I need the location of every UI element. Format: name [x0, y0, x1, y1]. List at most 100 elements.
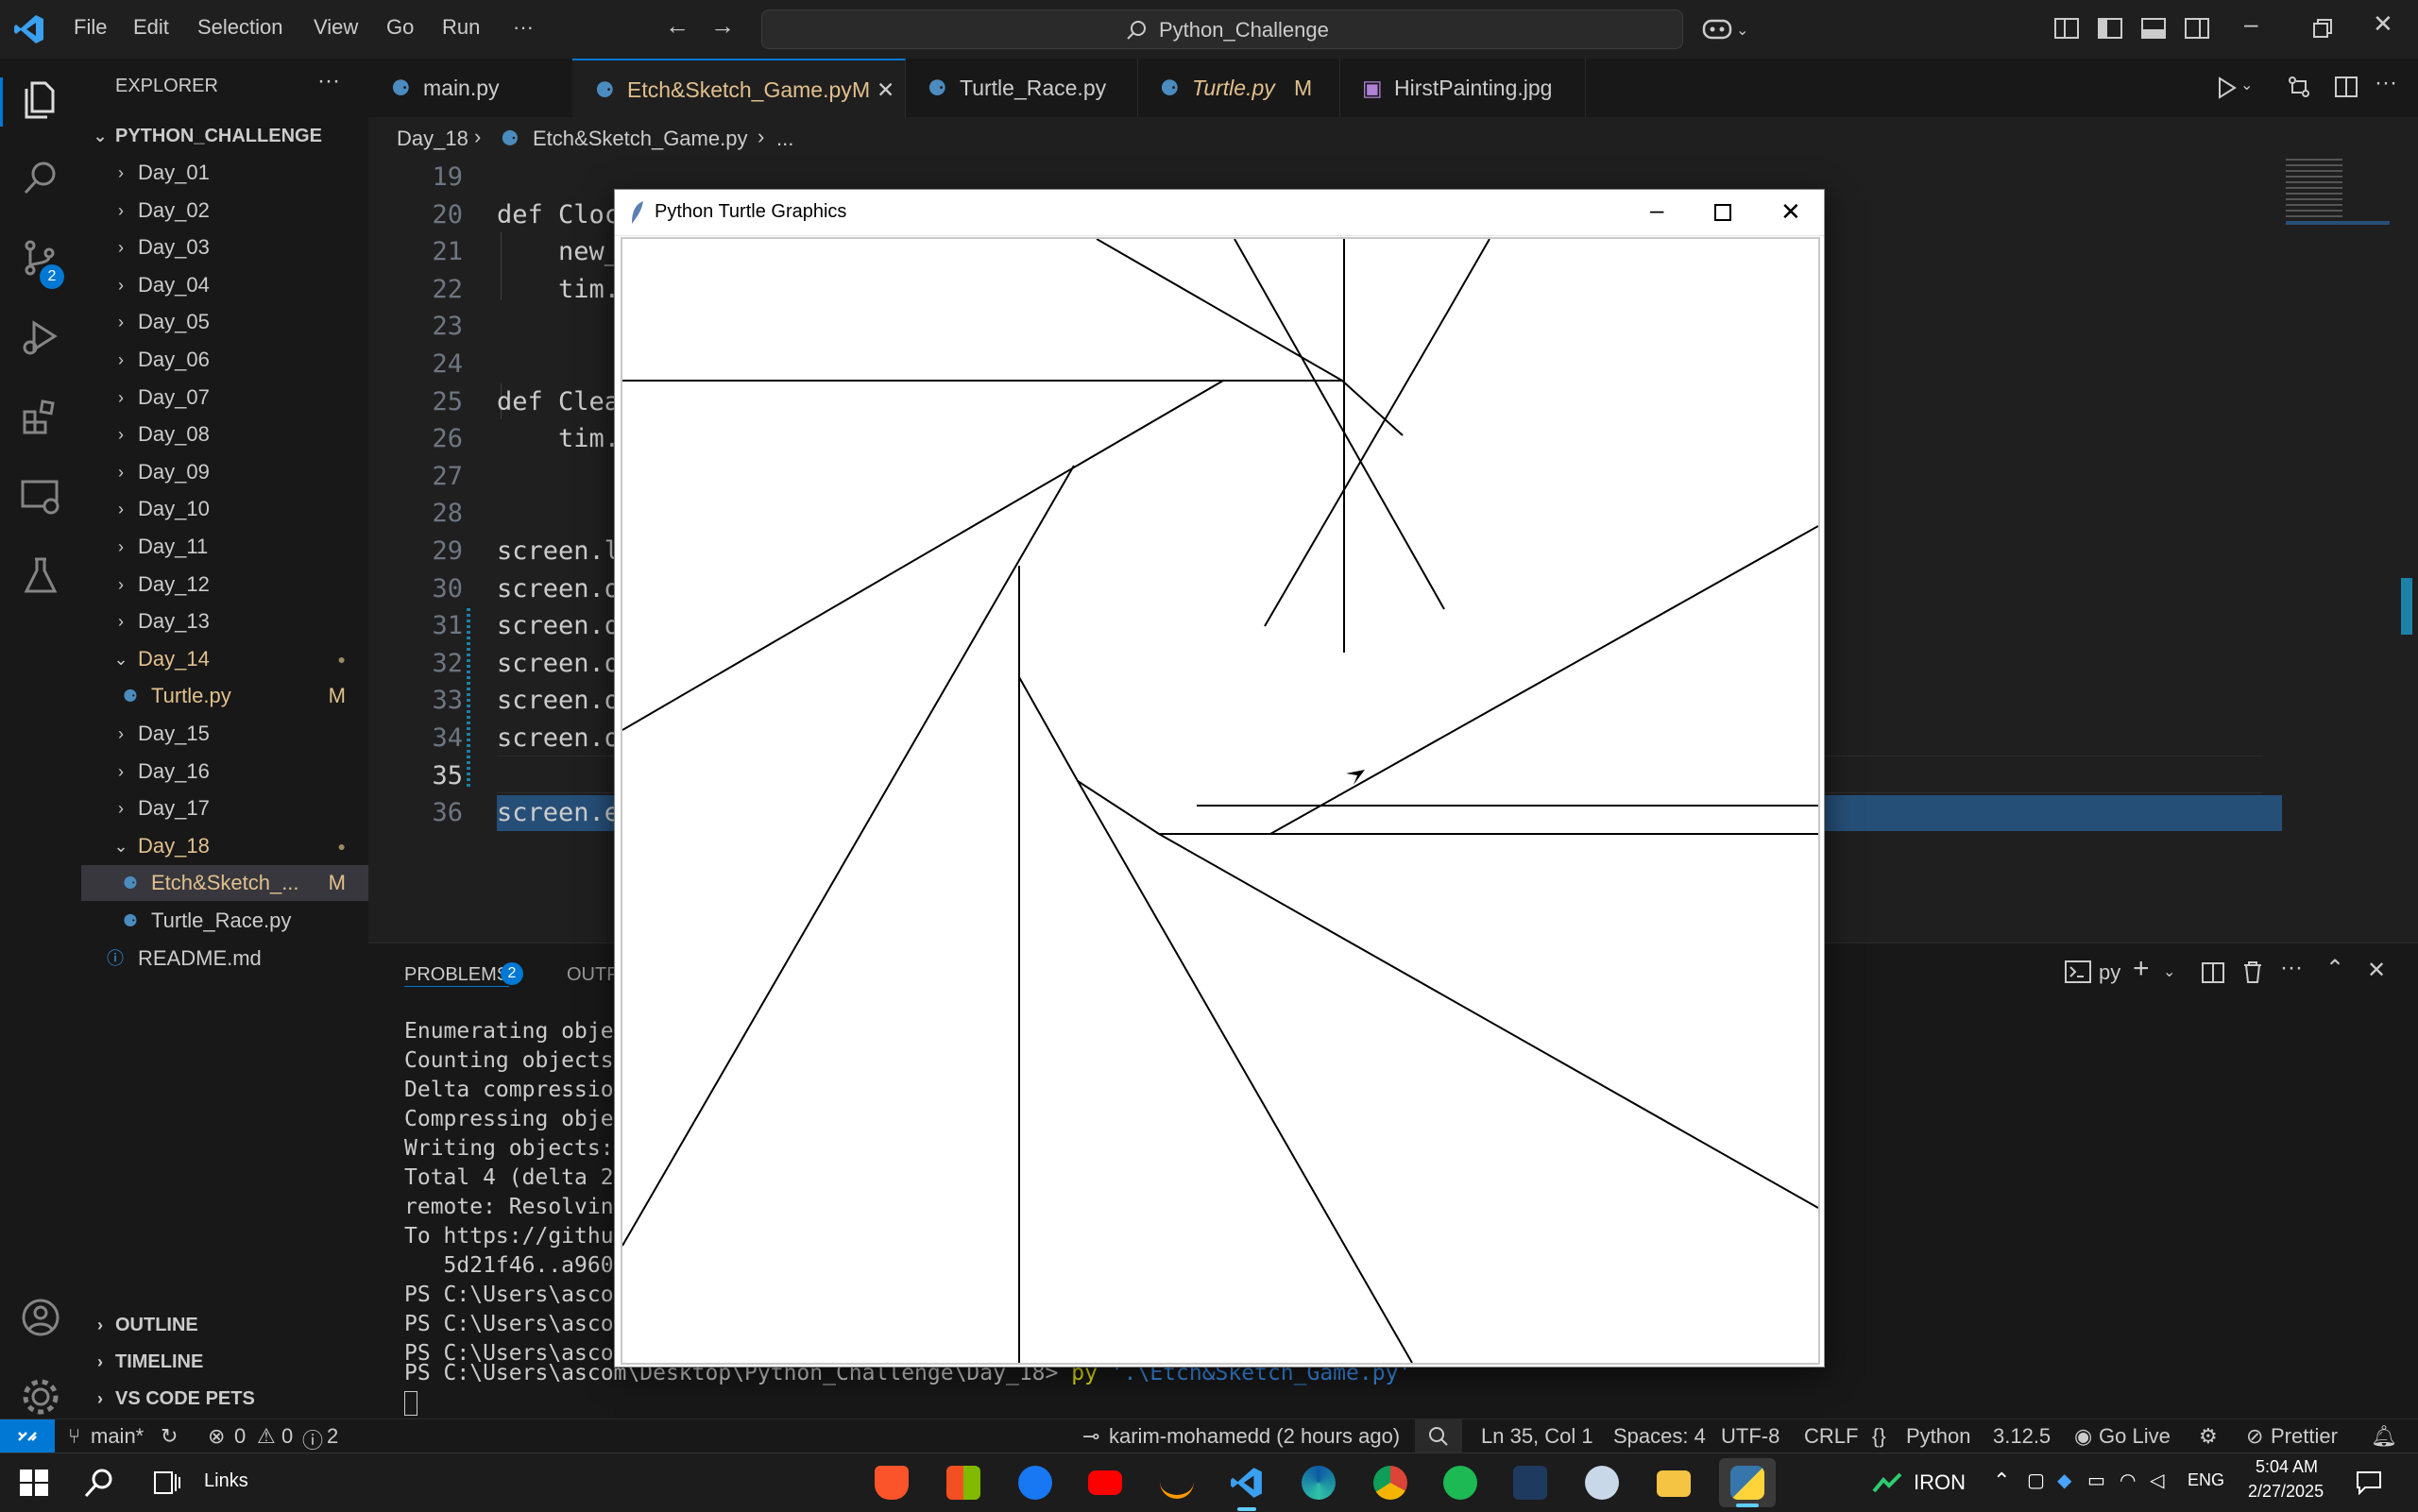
minimap[interactable]: [2286, 159, 2399, 234]
tree-folder[interactable]: › Day_01: [81, 155, 368, 191]
remote-explorer-icon[interactable]: [19, 474, 62, 518]
kill-terminal-trash-icon[interactable]: [2240, 959, 2265, 985]
facebook-icon[interactable]: [1018, 1466, 1052, 1500]
notification-center-icon[interactable]: [2356, 1470, 2382, 1495]
search-icon[interactable]: [19, 157, 62, 200]
copilot-dropdown-chevron-icon[interactable]: ⌄: [1736, 21, 1748, 40]
chrome-icon[interactable]: [1373, 1466, 1407, 1500]
python-version[interactable]: 3.12.5: [1993, 1424, 2051, 1449]
toggle-primary-sidebar-icon[interactable]: [2093, 11, 2127, 45]
menu-run[interactable]: Run: [442, 15, 480, 40]
tab-etch-sketch-game[interactable]: ⚈ Etch&Sketch_Game.py M ✕: [572, 59, 906, 119]
turtle-minimize-icon[interactable]: –: [1650, 195, 1663, 225]
breadcrumb-symbol[interactable]: ...: [776, 127, 793, 151]
encoding[interactable]: UTF-8: [1721, 1424, 1779, 1449]
turtle-canvas[interactable]: [621, 237, 1820, 1365]
tree-folder[interactable]: › Day_12: [81, 567, 368, 603]
tree-folder[interactable]: › Day_08: [81, 416, 368, 452]
tree-file[interactable]: ⓘ README.md: [81, 941, 368, 977]
back-arrow-icon[interactable]: ←: [665, 11, 690, 41]
tab-turtle-race[interactable]: ⚈ Turtle_Race.py: [905, 59, 1138, 117]
windows-start-icon[interactable]: [19, 1468, 49, 1498]
tray-app-icon[interactable]: ▭: [2087, 1469, 2105, 1492]
explorer-more-icon[interactable]: ···: [317, 68, 340, 94]
edge-icon[interactable]: [1302, 1466, 1336, 1500]
zoom-indicator[interactable]: [1415, 1419, 1462, 1453]
editor-more-icon[interactable]: ···: [2375, 70, 2397, 96]
links-toolbar[interactable]: Links: [204, 1470, 248, 1492]
new-terminal-plus-icon[interactable]: +: [2133, 953, 2150, 985]
notifications-bell-icon[interactable]: 🔔︎: [2371, 1424, 2397, 1449]
stock-ticker[interactable]: IRON: [1914, 1470, 1966, 1495]
toggle-panel-icon[interactable]: [2137, 11, 2171, 45]
cursor-position[interactable]: Ln 35, Col 1: [1481, 1424, 1593, 1449]
assistant-app-icon[interactable]: [1585, 1466, 1619, 1500]
tree-file[interactable]: ⚈ Turtle_Race.py: [81, 903, 368, 939]
tree-folder[interactable]: › Day_02: [81, 193, 368, 229]
extensions-icon[interactable]: [19, 395, 62, 438]
clock-time[interactable]: 5:04 AM: [2256, 1457, 2318, 1477]
menu-go[interactable]: Go: [386, 15, 414, 40]
warning-count[interactable]: 0: [281, 1424, 293, 1449]
app-icon[interactable]: [1513, 1466, 1547, 1500]
line-ending[interactable]: CRLF: [1804, 1424, 1858, 1449]
git-blame[interactable]: karim-mohamedd (2 hours ago): [1109, 1424, 1400, 1449]
tree-file[interactable]: ⚈ Turtle.py M: [81, 678, 368, 714]
tray-app-icon[interactable]: ▢: [2027, 1469, 2045, 1492]
manage-gear-icon[interactable]: [19, 1375, 62, 1419]
menu-edit[interactable]: Edit: [133, 15, 169, 40]
amazon-icon[interactable]: [1160, 1476, 1194, 1499]
input-language[interactable]: ENG: [2188, 1470, 2224, 1490]
split-terminal-icon[interactable]: [2201, 960, 2225, 985]
close-tab-icon[interactable]: ✕: [877, 60, 894, 119]
split-editor-icon[interactable]: [2333, 74, 2359, 100]
tree-folder[interactable]: › Day_13: [81, 603, 368, 639]
tree-folder[interactable]: › Day_16: [81, 754, 368, 790]
tree-folder[interactable]: ⌄ Day_18 ●: [81, 828, 368, 864]
terminal-name[interactable]: py: [2099, 960, 2120, 985]
prettier-status[interactable]: Prettier: [2271, 1424, 2338, 1449]
youtube-icon[interactable]: [1088, 1470, 1122, 1495]
run-dropdown-chevron-icon[interactable]: ⌄: [2240, 76, 2253, 94]
menu-more[interactable]: ···: [513, 15, 534, 40]
clock-date[interactable]: 2/27/2025: [2248, 1482, 2324, 1502]
tree-folder[interactable]: › Day_15: [81, 716, 368, 752]
sync-icon[interactable]: ↻: [161, 1424, 178, 1449]
testing-flask-icon[interactable]: [19, 553, 62, 597]
scrollbar-thumb[interactable]: [2401, 578, 2412, 635]
section-vscode-pets[interactable]: › VS CODE PETS: [81, 1381, 368, 1417]
turtle-graphics-window[interactable]: Python Turtle Graphics – ✕: [614, 189, 1825, 1368]
restore-icon[interactable]: [2305, 11, 2339, 45]
remote-indicator[interactable]: [0, 1419, 55, 1453]
tree-folder[interactable]: › Day_04: [81, 267, 368, 303]
tree-folder[interactable]: › Day_05: [81, 304, 368, 340]
brave-browser-icon[interactable]: [875, 1466, 909, 1500]
customize-layout-icon[interactable]: [2050, 11, 2084, 45]
toggle-secondary-sidebar-icon[interactable]: [2180, 11, 2214, 45]
breadcrumb-folder[interactable]: Day_18: [397, 127, 468, 151]
accounts-icon[interactable]: [19, 1296, 62, 1339]
vertical-scrollbar[interactable]: [2399, 159, 2418, 943]
breadcrumb-file[interactable]: Etch&Sketch_Game.py: [533, 127, 747, 151]
copilot-icon[interactable]: [1700, 11, 1734, 45]
task-view-icon[interactable]: [153, 1469, 181, 1497]
tree-folder[interactable]: › Day_03: [81, 229, 368, 265]
forward-arrow-icon[interactable]: →: [710, 11, 735, 41]
tree-file[interactable]: ⚈ Etch&Sketch_... M: [81, 865, 368, 902]
tree-folder[interactable]: › Day_10: [81, 491, 368, 527]
tab-main-py[interactable]: ⚈ main.py: [368, 59, 573, 117]
tree-folder[interactable]: › Day_09: [81, 454, 368, 490]
menu-file[interactable]: File: [74, 15, 107, 40]
file-explorer-icon[interactable]: [1657, 1470, 1691, 1497]
tree-root[interactable]: ⌄ PYTHON_CHALLENGE: [81, 118, 368, 154]
info-count[interactable]: 2: [327, 1424, 338, 1449]
tree-folder[interactable]: › Day_11: [81, 529, 368, 565]
tree-folder[interactable]: › Day_06: [81, 342, 368, 378]
error-count[interactable]: 0: [234, 1424, 246, 1449]
taskbar-search-icon[interactable]: [83, 1467, 115, 1499]
tree-folder[interactable]: › Day_17: [81, 790, 368, 826]
minimize-icon[interactable]: –: [2244, 9, 2257, 39]
panel-more-icon[interactable]: ···: [2280, 955, 2303, 981]
vscode-taskbar-icon[interactable]: [1230, 1466, 1264, 1500]
indentation[interactable]: Spaces: 4: [1613, 1424, 1706, 1449]
